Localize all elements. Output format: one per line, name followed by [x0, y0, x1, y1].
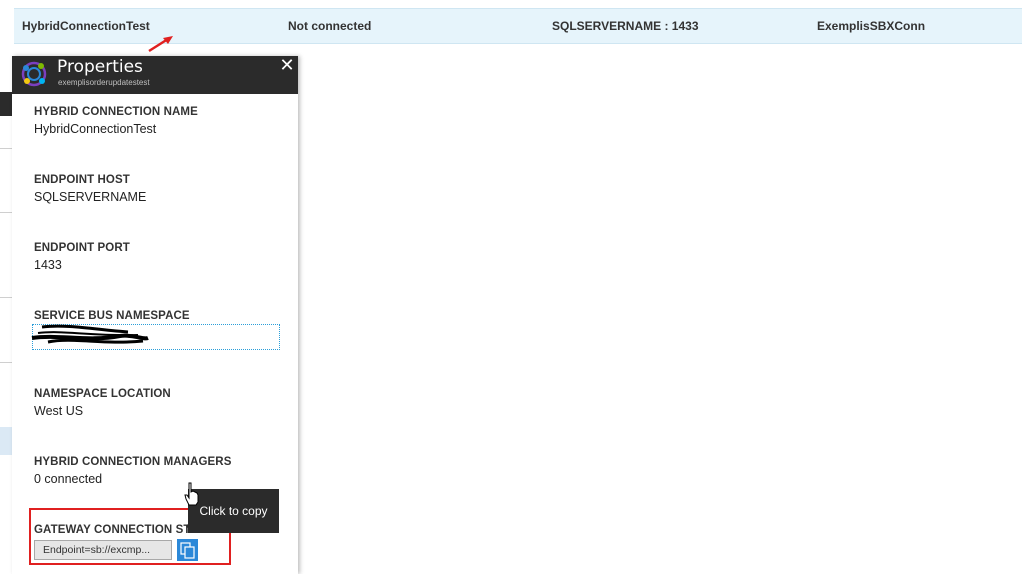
hand-cursor-icon [184, 482, 199, 506]
close-icon[interactable]: ✕ [276, 56, 298, 76]
prop-value: West US [34, 404, 84, 418]
background-divider [0, 148, 12, 149]
prop-label: HYBRID CONNECTION MANAGERS [34, 456, 232, 468]
row-status: Not connected [288, 19, 372, 33]
red-arrow-icon [148, 36, 173, 53]
hybrid-connection-logo-icon [21, 61, 47, 87]
row-name: HybridConnectionTest [22, 19, 150, 33]
blade-title: Properties [57, 57, 143, 77]
background-divider [0, 297, 12, 298]
prop-value: 0 connected [34, 472, 103, 486]
row-endpoint: SQLSERVERNAME : 1433 [552, 19, 699, 33]
prop-value: HybridConnectionTest [34, 122, 157, 136]
prop-label: HYBRID CONNECTION NAME [34, 106, 198, 118]
blade-header: Properties exemplisorderupdatestest ✕ [12, 56, 298, 94]
background-divider [0, 362, 12, 363]
blade-subtitle: exemplisorderupdatestest [58, 78, 150, 87]
prop-label: ENDPOINT PORT [34, 242, 130, 254]
prop-endpoint-port: ENDPOINT PORT 1433 [34, 242, 130, 272]
prop-hybrid-connection-managers: HYBRID CONNECTION MANAGERS 0 connected [34, 456, 231, 486]
redaction-scribble [31, 324, 149, 344]
row-service-bus: ExemplisSBXConn [817, 19, 926, 33]
prop-namespace-location: NAMESPACE LOCATION West US [34, 388, 171, 418]
prop-value: SQLSERVERNAME [34, 190, 147, 204]
background-row-selected [0, 427, 12, 455]
background-divider [0, 212, 12, 213]
prop-endpoint-host: ENDPOINT HOST SQLSERVERNAME [34, 174, 146, 204]
copy-tooltip: Click to copy [188, 489, 279, 533]
prop-label: ENDPOINT HOST [34, 174, 130, 186]
background-panel-dark [0, 92, 12, 116]
prop-label: NAMESPACE LOCATION [34, 388, 171, 400]
prop-value: 1433 [34, 258, 62, 272]
prop-hybrid-connection-name: HYBRID CONNECTION NAME HybridConnectionT… [34, 106, 198, 136]
